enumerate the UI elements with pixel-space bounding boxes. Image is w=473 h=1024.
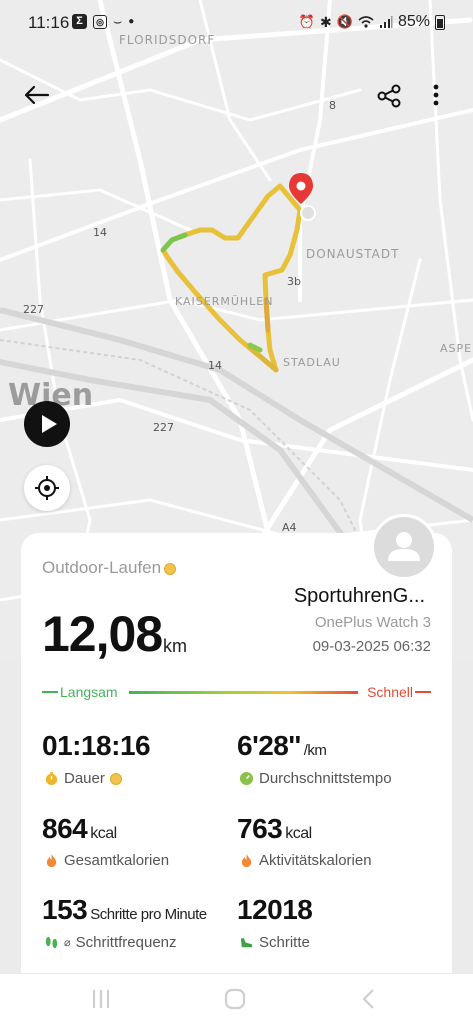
activity-type: Outdoor-Laufen [42, 558, 177, 578]
status-bar: 11:16 Σ ◎ ⌣ ● ⏰ ✱ 🔇 85% [0, 0, 473, 46]
duration-label-row: Dauer [44, 770, 122, 787]
notification-icons: Σ ◎ ⌣ ● [72, 13, 134, 30]
speed-legend: Langsam Schnell [42, 684, 431, 700]
pace-unit: /km [303, 742, 327, 759]
stopwatch-icon [45, 771, 58, 786]
flame-icon [241, 853, 252, 868]
cadence-label-row: ⌀ Schrittfrequenz [44, 934, 177, 951]
total-calories-label: Gesamtkalorien [64, 852, 170, 869]
alarm-icon: ⏰ [298, 14, 316, 29]
share-icon[interactable] [376, 84, 402, 108]
cadence-value: 153 Schritte pro Minute [42, 894, 207, 926]
user-icon [388, 532, 420, 561]
total-calories-label-row: Gesamtkalorien [44, 852, 169, 869]
road-number: 227 [23, 303, 44, 316]
system-icons: ⏰ ✱ 🔇 85% [299, 13, 445, 31]
distance-value: 12,08 [42, 606, 163, 662]
pace-label: Durchschnittstempo [259, 770, 392, 787]
signal-icon [379, 16, 393, 28]
device-name: OnePlus Watch 3 [314, 614, 431, 631]
user-name: SportuhrenG... [293, 585, 425, 607]
bluetooth-icon: ✱ [320, 13, 332, 30]
footprints-icon [45, 936, 58, 949]
duration-value: 01:18:16 [42, 730, 151, 761]
slow-dash [42, 691, 58, 693]
status-time: 11:16 [28, 13, 70, 32]
user-avatar[interactable] [371, 514, 437, 580]
total-calories-number: 864 [42, 813, 88, 844]
active-calories-label-row: Aktivitätskalorien [239, 852, 372, 869]
steps-value: 12018 [237, 894, 313, 925]
speed-gradient-bar [129, 691, 358, 694]
back-icon[interactable] [358, 988, 380, 1010]
total-calories-value: 864 kcal [42, 813, 117, 845]
road-number: 3b [287, 275, 301, 288]
active-calories-number: 763 [237, 813, 283, 844]
duration-label: Dauer [64, 770, 105, 787]
medal-icon [164, 562, 177, 575]
road-number: 14 [93, 226, 107, 239]
speed-fast-label: Schnell [367, 684, 413, 700]
pace-label-row: Durchschnittstempo [239, 770, 392, 787]
battery-percent: 85% [397, 13, 430, 30]
shoe-icon [240, 937, 253, 948]
road-number: 8 [329, 99, 336, 112]
fast-dash [415, 691, 431, 693]
road-number: 14 [208, 359, 222, 372]
map-label-donaustadt: DONAUSTADT [306, 247, 400, 261]
activity-datetime: 09-03-2025 06:32 [312, 638, 431, 655]
activity-type-label: Outdoor-Laufen [42, 558, 162, 577]
pace-value: 6'28''/km [237, 730, 327, 762]
speedometer-icon [239, 771, 254, 786]
cadence-unit: Schritte pro Minute [90, 906, 207, 923]
medal-icon [109, 772, 122, 785]
map-label-stadlau: STADLAU [283, 356, 341, 369]
flame-icon [46, 853, 57, 868]
battery-icon [435, 14, 445, 30]
cadence-label: Schrittfrequenz [75, 934, 177, 951]
sigma-app-icon: Σ [72, 14, 87, 29]
amazon-icon: ⌣ [113, 13, 123, 29]
steps-label: Schritte [259, 934, 310, 951]
active-calories-unit: kcal [285, 825, 312, 842]
route-path [160, 183, 303, 373]
wifi-icon [358, 16, 374, 28]
pace-number: 6'28'' [237, 730, 301, 761]
locate-button[interactable] [24, 465, 70, 511]
cadence-number: 153 [42, 894, 88, 925]
active-calories-label: Aktivitätskalorien [259, 852, 372, 869]
dot-icon: ● [128, 16, 135, 27]
back-arrow-icon[interactable] [23, 84, 51, 106]
crosshair-icon [35, 476, 59, 500]
average-icon: ⌀ [64, 937, 71, 949]
more-vertical-icon[interactable] [429, 83, 443, 107]
speed-slow-label: Langsam [60, 684, 118, 700]
total-calories-unit: kcal [90, 825, 117, 842]
active-calories-value: 763 kcal [237, 813, 312, 845]
road-number: 227 [153, 421, 174, 434]
instagram-icon: ◎ [93, 14, 107, 29]
map-label-aspe: ASPE [440, 342, 473, 355]
home-icon[interactable] [224, 988, 246, 1010]
system-nav-bar [0, 974, 473, 1024]
mute-icon: 🔇 [336, 14, 353, 29]
play-route-button[interactable] [24, 401, 70, 447]
steps-label-row: Schritte [239, 934, 310, 951]
distance-unit: km [163, 636, 187, 656]
route-start-marker [300, 205, 316, 221]
recents-icon[interactable] [90, 988, 112, 1010]
map-label-kaisermuehlen: KAISERMÜHLEN [175, 295, 274, 308]
